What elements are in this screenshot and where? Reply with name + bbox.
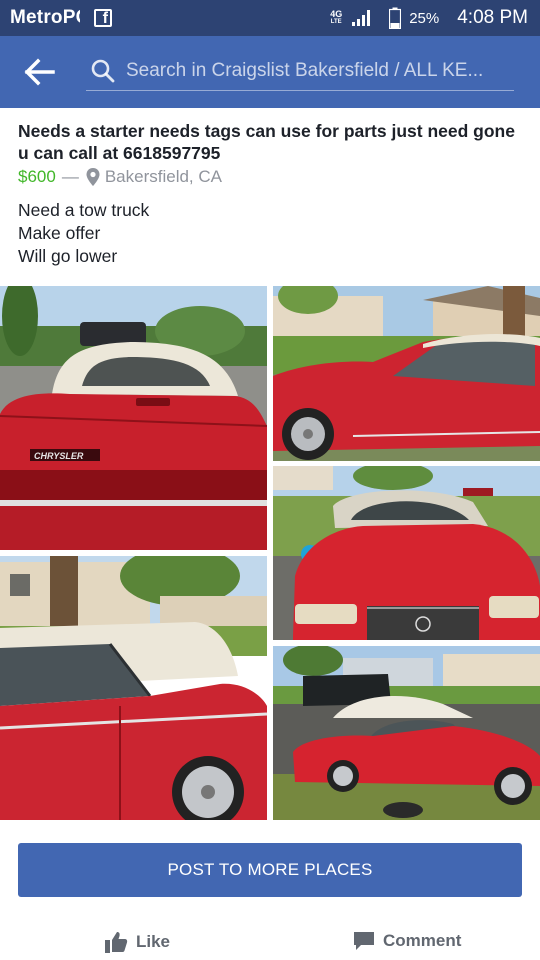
car-rear-photo[interactable]: CHRYSLER (0, 286, 267, 550)
back-button[interactable] (24, 58, 56, 86)
action-bar: Like Comment (0, 920, 540, 960)
search-icon (91, 59, 115, 83)
description-line: Will go lower (18, 246, 118, 266)
status-time: 4:08 PM (457, 7, 528, 28)
post-description: Need a tow truck Make offer Will go lowe… (18, 199, 149, 268)
car-full-side-photo[interactable] (273, 646, 540, 820)
signal-icon (352, 10, 371, 26)
location-pin-icon (86, 168, 100, 186)
carrier-name: MetroPCS (10, 7, 80, 28)
network-type-label: 4G (330, 9, 343, 19)
car-front-photo[interactable] (273, 466, 540, 640)
price: $600 (18, 167, 56, 186)
location: Bakersfield, CA (104, 167, 222, 186)
car-side-photo[interactable] (273, 286, 540, 461)
status-indicators: 4G LTE 25% 4:08 PM (329, 7, 528, 29)
car-side-closeup-photo[interactable] (0, 556, 267, 820)
thumbs-up-icon (105, 932, 128, 953)
post-to-more-places-button[interactable]: POST TO MORE PLACES (18, 843, 522, 897)
comment-label: Comment (383, 931, 462, 950)
search-input[interactable]: Search in Craigslist Bakersfield / ALL K… (86, 52, 514, 91)
battery-percent: 25% (409, 9, 440, 27)
description-line: Make offer (18, 223, 101, 243)
post-meta: $600 — Bakersfield, CA (18, 166, 222, 188)
description-line: Need a tow truck (18, 200, 150, 220)
comment-icon (354, 932, 374, 950)
like-label: Like (136, 932, 171, 951)
network-sub-label: LTE (330, 19, 342, 25)
comment-button[interactable]: Comment (353, 930, 461, 952)
status-bar: MetroPCS f 4G LTE 25% 4:08 PM (0, 0, 540, 36)
meta-separator: — (61, 167, 79, 186)
post-title: Needs a starter needs tags can use for p… (18, 121, 515, 163)
network-type-icon: 4G LTE (329, 10, 343, 26)
battery-icon (389, 7, 402, 29)
chrysler-badge: CHRYSLER (34, 451, 84, 461)
facebook-notification-icon: f (94, 9, 112, 27)
like-button[interactable]: Like (104, 930, 170, 954)
back-arrow-icon (24, 58, 55, 86)
app-header: Search in Craigslist Bakersfield / ALL K… (0, 36, 540, 108)
search-placeholder: Search in Craigslist Bakersfield / ALL K… (126, 60, 484, 81)
